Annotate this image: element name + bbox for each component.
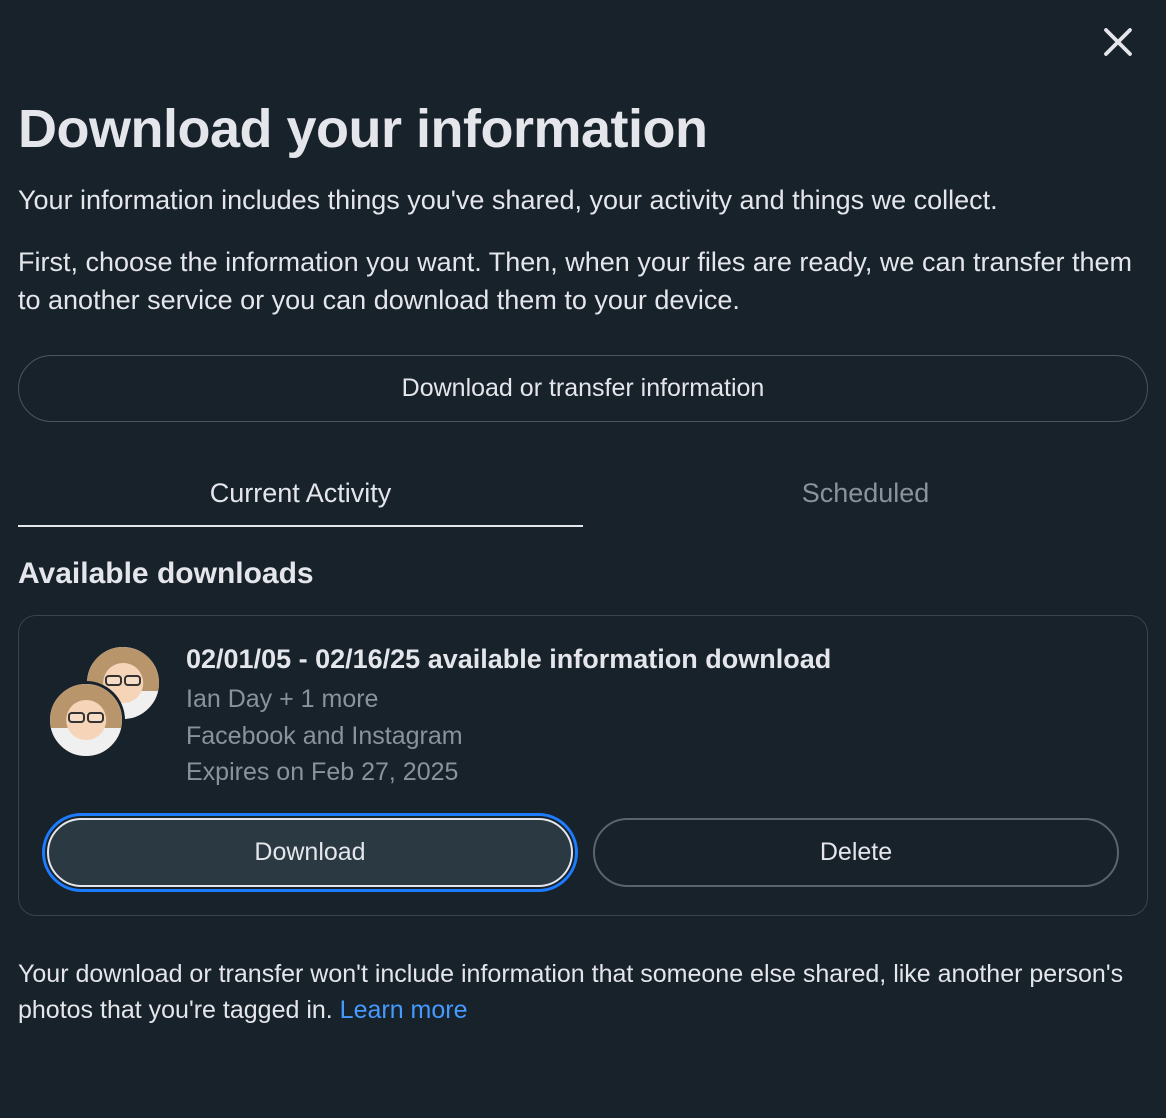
- avatar-primary: [47, 681, 125, 759]
- download-services: Facebook and Instagram: [186, 718, 1119, 754]
- header-section: Download your information Your informati…: [18, 98, 1148, 319]
- page-description: First, choose the information you want. …: [18, 244, 1148, 320]
- download-expiry: Expires on Feb 27, 2025: [186, 754, 1119, 790]
- learn-more-link[interactable]: Learn more: [340, 996, 468, 1024]
- card-actions: Download Delete: [47, 818, 1119, 887]
- tabs-container: Current Activity Scheduled: [18, 462, 1148, 527]
- close-button[interactable]: [1094, 18, 1142, 66]
- download-button[interactable]: Download: [47, 818, 573, 887]
- download-card: 02/01/05 - 02/16/25 available informatio…: [18, 615, 1148, 916]
- download-transfer-button[interactable]: Download or transfer information: [18, 355, 1148, 422]
- download-account: Ian Day + 1 more: [186, 681, 1119, 717]
- download-title: 02/01/05 - 02/16/25 available informatio…: [186, 644, 1119, 675]
- avatar-stack: [47, 644, 162, 759]
- card-header: 02/01/05 - 02/16/25 available informatio…: [47, 644, 1119, 790]
- close-icon: [1100, 24, 1136, 60]
- footer-text: Your download or transfer won't include …: [18, 960, 1123, 1024]
- page-title: Download your information: [18, 98, 1148, 160]
- card-info: 02/01/05 - 02/16/25 available informatio…: [186, 644, 1119, 790]
- delete-button[interactable]: Delete: [593, 818, 1119, 887]
- tab-current-activity[interactable]: Current Activity: [18, 462, 583, 527]
- available-downloads-heading: Available downloads: [18, 557, 1148, 591]
- footer-disclaimer: Your download or transfer won't include …: [18, 956, 1148, 1029]
- tab-scheduled[interactable]: Scheduled: [583, 462, 1148, 527]
- page-subtitle: Your information includes things you've …: [18, 182, 1148, 220]
